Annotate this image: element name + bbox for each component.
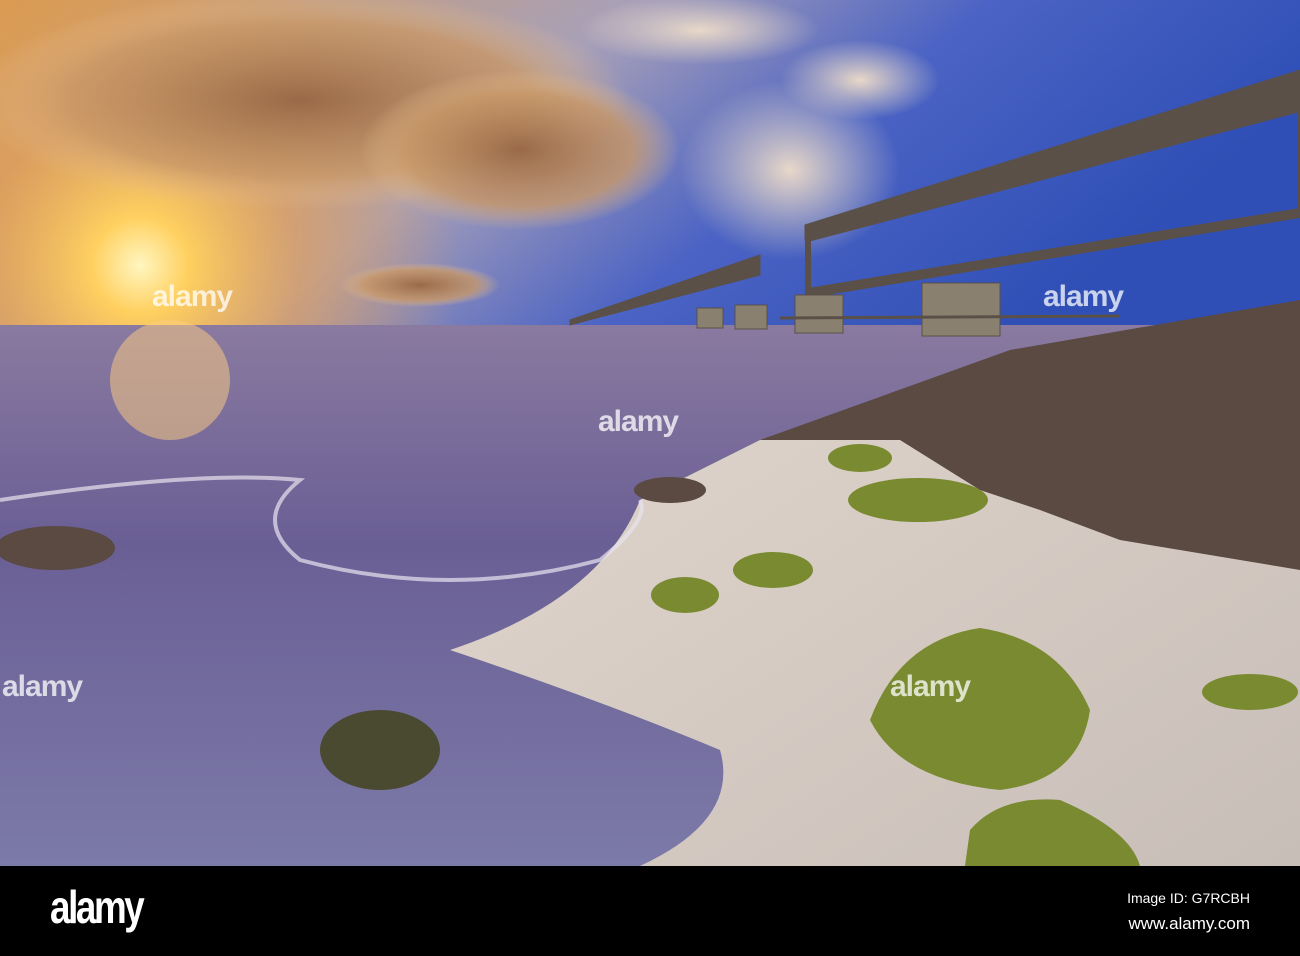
alamy-logo[interactable]: alamy — [50, 880, 145, 934]
watermark: alamy — [1043, 280, 1124, 313]
watermark: alamy — [598, 405, 679, 438]
site-url[interactable]: www.alamy.com — [1128, 914, 1250, 934]
watermark: alamy — [890, 670, 971, 703]
watermark: alamy — [2, 670, 83, 703]
footer-bar: alamy Image ID: G7RCBH www.alamy.com — [0, 866, 1300, 956]
image-id: Image ID: G7RCBH — [1127, 890, 1250, 906]
watermark: alamy — [152, 280, 233, 313]
